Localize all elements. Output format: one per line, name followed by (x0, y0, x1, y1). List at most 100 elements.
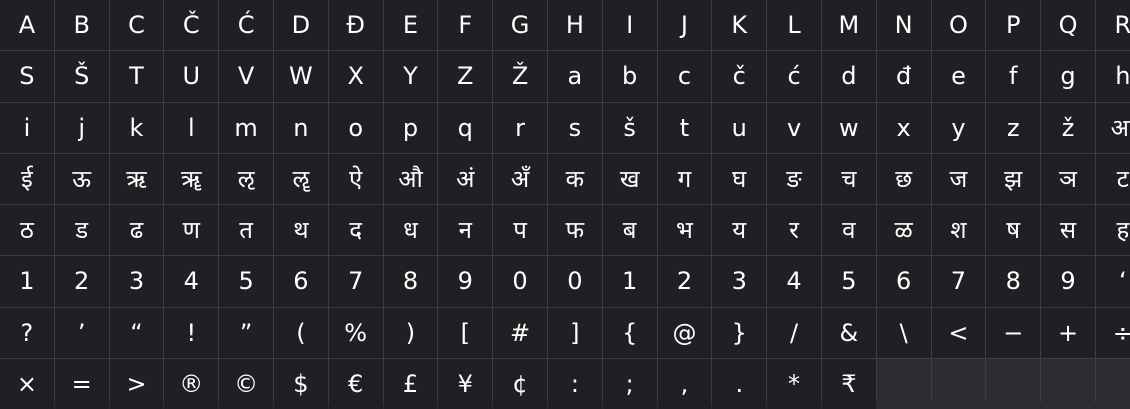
glyph-cell[interactable]: / (767, 307, 821, 358)
glyph-cell[interactable]: ख (602, 153, 657, 204)
glyph-cell[interactable]: r (493, 102, 547, 153)
glyph-cell[interactable]: ॠ (164, 153, 219, 204)
glyph-cell[interactable]: Y (383, 51, 438, 102)
glyph-cell[interactable]: H (547, 0, 602, 51)
glyph-cell[interactable]: m (219, 102, 273, 153)
glyph-cell[interactable]: U (164, 51, 219, 102)
glyph-cell[interactable]: भ (657, 205, 712, 256)
glyph-cell[interactable]: R (1095, 0, 1130, 51)
glyph-cell[interactable]: q (438, 102, 493, 153)
glyph-cell[interactable]: 2 (657, 256, 712, 307)
glyph-cell[interactable]: P (986, 0, 1041, 51)
glyph-cell[interactable]: ध (383, 205, 438, 256)
glyph-cell[interactable]: 1 (0, 256, 54, 307)
glyph-cell[interactable]: t (657, 102, 712, 153)
glyph-cell[interactable]: ढ (109, 205, 164, 256)
glyph-cell[interactable]: $ (273, 358, 328, 409)
glyph-cell[interactable]: g (1041, 51, 1095, 102)
glyph-cell[interactable]: थ (273, 205, 328, 256)
glyph-cell[interactable]: ] (547, 307, 602, 358)
glyph-cell[interactable]: Ž (493, 51, 547, 102)
glyph-cell[interactable]: , (657, 358, 712, 409)
glyph-cell[interactable]: F (438, 0, 493, 51)
glyph-cell[interactable]: a (547, 51, 602, 102)
glyph-cell[interactable]: × (0, 358, 54, 409)
glyph-cell[interactable]: ग (657, 153, 712, 204)
glyph-cell[interactable]: ठ (0, 205, 54, 256)
glyph-cell[interactable]: ; (602, 358, 657, 409)
glyph-cell[interactable]: < (931, 307, 986, 358)
glyph-cell[interactable]: v (767, 102, 821, 153)
glyph-cell[interactable]: © (219, 358, 273, 409)
glyph-cell[interactable]: 1 (602, 256, 657, 307)
glyph-cell[interactable]: N (876, 0, 931, 51)
glyph-cell[interactable]: Š (54, 51, 109, 102)
glyph-cell[interactable]: S (0, 51, 54, 102)
glyph-cell[interactable]: b (602, 51, 657, 102)
glyph-cell[interactable]: C (109, 0, 164, 51)
glyph-cell[interactable]: ? (0, 307, 54, 358)
glyph-cell[interactable]: w (821, 102, 876, 153)
glyph-cell[interactable]: ऌ (219, 153, 273, 204)
glyph-cell[interactable]: l (164, 102, 219, 153)
glyph-cell[interactable]: č (712, 51, 767, 102)
glyph-cell[interactable]: ¥ (438, 358, 493, 409)
glyph-cell[interactable]: ! (164, 307, 219, 358)
glyph-cell[interactable]: 9 (438, 256, 493, 307)
glyph-cell[interactable]: E (383, 0, 438, 51)
glyph-cell[interactable]: z (986, 102, 1041, 153)
glyph-cell[interactable]: { (602, 307, 657, 358)
glyph-cell[interactable]: ळ (876, 205, 931, 256)
glyph-cell[interactable]: T (109, 51, 164, 102)
glyph-cell[interactable]: द (328, 205, 383, 256)
glyph-cell[interactable]: x (876, 102, 931, 153)
glyph-cell[interactable]: आ (1095, 102, 1130, 153)
glyph-cell[interactable]: 7 (328, 256, 383, 307)
glyph-cell[interactable]: = (54, 358, 109, 409)
glyph-cell[interactable]: त (219, 205, 273, 256)
glyph-cell[interactable]: ड (54, 205, 109, 256)
glyph-cell[interactable]: श (931, 205, 986, 256)
glyph-cell[interactable]: 8 (383, 256, 438, 307)
glyph-cell[interactable]: 3 (109, 256, 164, 307)
glyph-cell[interactable]: B (54, 0, 109, 51)
glyph-cell[interactable]: X (328, 51, 383, 102)
glyph-cell[interactable]: O (931, 0, 986, 51)
glyph-cell[interactable]: c (657, 51, 712, 102)
glyph-cell[interactable]: > (109, 358, 164, 409)
glyph-cell[interactable]: K (712, 0, 767, 51)
glyph-cell[interactable]: च (821, 153, 876, 204)
glyph-cell[interactable]: अं (438, 153, 493, 204)
glyph-cell[interactable]: न (438, 205, 493, 256)
glyph-cell[interactable]: र (767, 205, 821, 256)
glyph-cell[interactable]: “ (109, 307, 164, 358)
glyph-cell[interactable]: Q (1041, 0, 1095, 51)
glyph-cell[interactable]: ष (986, 205, 1041, 256)
glyph-cell[interactable]: अँ (493, 153, 547, 204)
glyph-cell[interactable]: ® (164, 358, 219, 409)
glyph-cell[interactable]: ट (1095, 153, 1130, 204)
glyph-cell[interactable]: ण (164, 205, 219, 256)
glyph-cell[interactable]: o (328, 102, 383, 153)
glyph-cell[interactable]: đ (876, 51, 931, 102)
glyph-cell[interactable]: फ (547, 205, 602, 256)
glyph-cell[interactable]: & (821, 307, 876, 358)
glyph-cell[interactable]: ऋ (109, 153, 164, 204)
glyph-cell[interactable]: क (547, 153, 602, 204)
glyph-cell[interactable]: + (1041, 307, 1095, 358)
glyph-cell[interactable]: e (931, 51, 986, 102)
glyph-cell[interactable]: Z (438, 51, 493, 102)
glyph-cell[interactable]: h (1095, 51, 1130, 102)
glyph-cell[interactable]: 0 (493, 256, 547, 307)
glyph-cell[interactable]: ” (219, 307, 273, 358)
glyph-cell[interactable]: घ (712, 153, 767, 204)
glyph-cell[interactable]: ऐ (328, 153, 383, 204)
glyph-cell[interactable]: u (712, 102, 767, 153)
glyph-cell[interactable]: 0 (547, 256, 602, 307)
glyph-cell[interactable]: f (986, 51, 1041, 102)
glyph-cell[interactable]: @ (657, 307, 712, 358)
glyph-cell[interactable]: i (0, 102, 54, 153)
glyph-cell[interactable]: j (54, 102, 109, 153)
glyph-cell[interactable]: p (383, 102, 438, 153)
glyph-cell[interactable]: Ć (219, 0, 273, 51)
